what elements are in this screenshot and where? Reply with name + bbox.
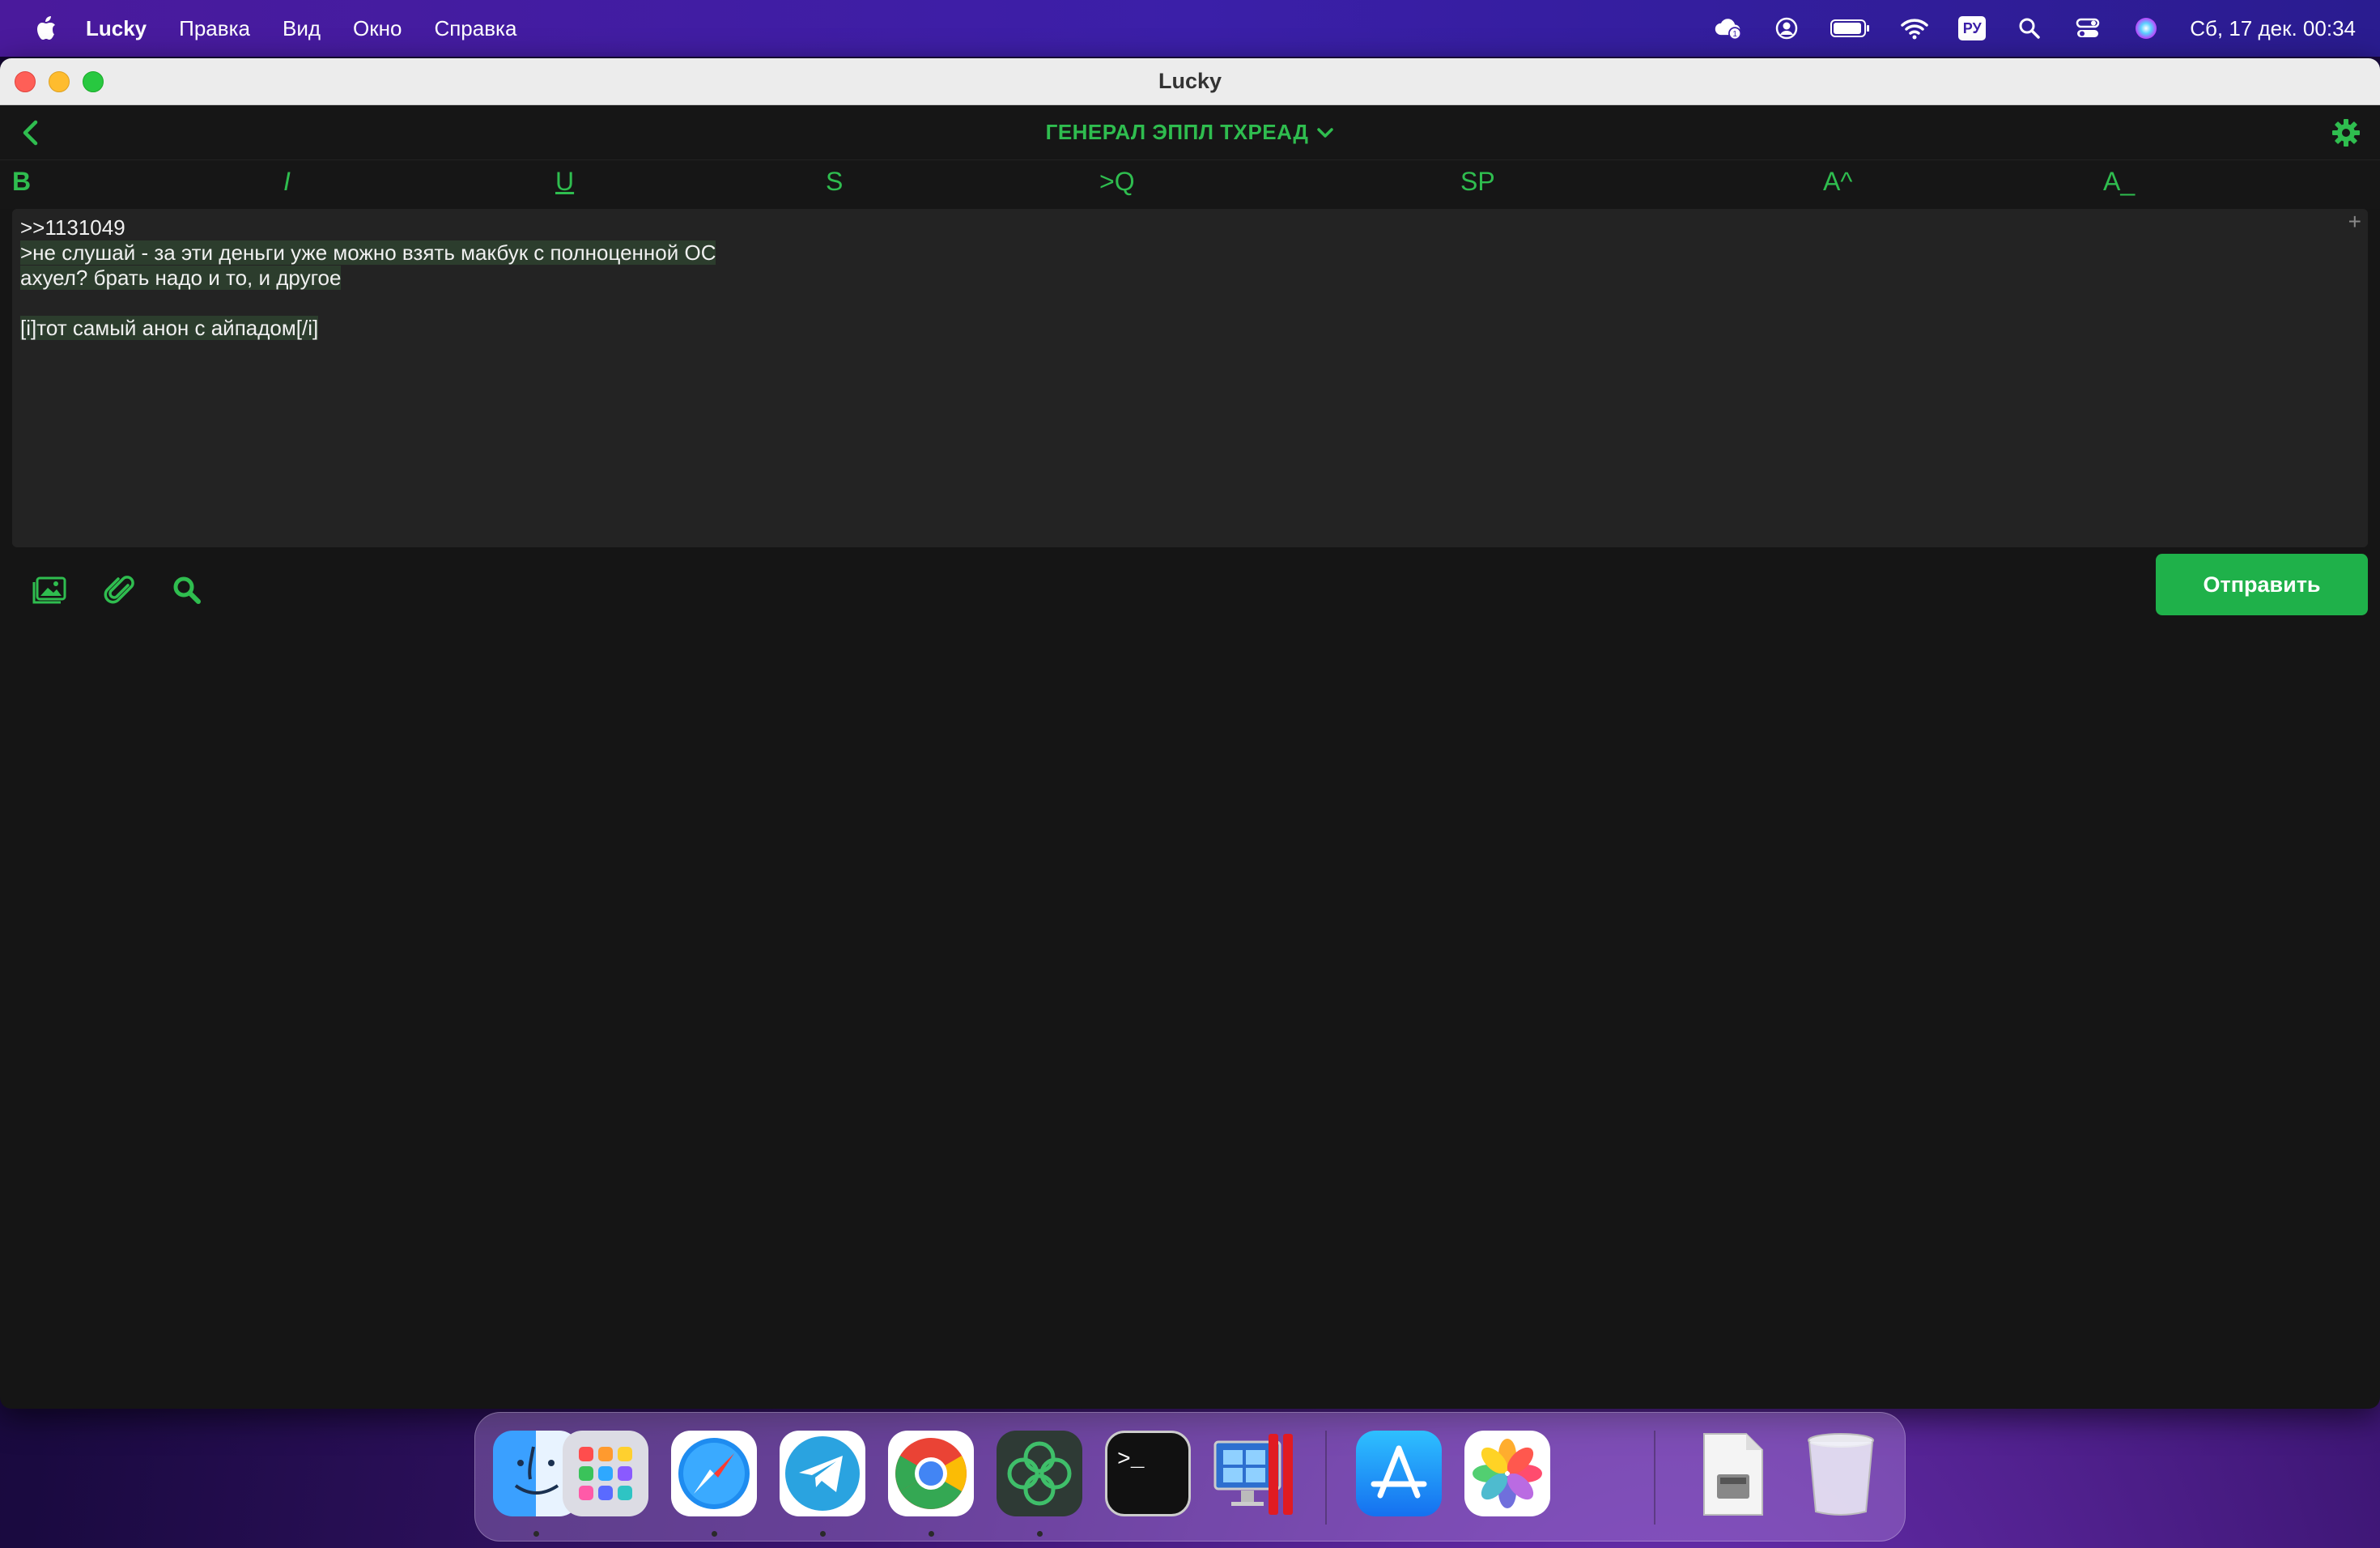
menu-bar: Lucky Правка Вид Окно Справка 1 РУ Сб, 1… [0,0,2380,57]
thread-title: ГЕНЕРАЛ ЭППЛ ТХРЕАД [1045,120,1309,144]
thread-title-dropdown[interactable]: ГЕНЕРАЛ ЭППЛ ТХРЕАД [1046,120,1335,145]
creative-cloud-icon[interactable]: 1 [1714,14,1743,43]
spoiler-button[interactable]: SP [1460,167,1495,197]
editor-line: >не слушай - за эти деньги уже можно взя… [20,240,716,265]
italic-button[interactable]: I [283,167,291,197]
editor-content[interactable]: >>1131049 >не слушай - за эти деньги уже… [20,215,716,341]
trash-icon[interactable] [1798,1431,1884,1516]
keyboard-layout-icon[interactable]: РУ [1958,16,1987,40]
search-icon [173,576,201,604]
svg-text:>_: >_ [1117,1448,1145,1473]
spotlight-search-icon[interactable] [2015,14,2044,43]
subscript-button[interactable]: A_ [2103,167,2135,197]
window-titlebar: Lucky [0,58,2380,105]
window-controls [15,71,104,92]
dock-separator [1325,1431,1327,1525]
editor-line: [i]тот самый анон с айпадом[/i] [20,316,319,340]
expand-editor-button[interactable]: + [2348,209,2361,235]
wifi-icon[interactable] [1900,14,1929,43]
window-title: Lucky [1158,69,1222,93]
menu-window[interactable]: Окно [353,16,402,41]
launchpad-app-icon[interactable] [563,1431,648,1516]
underline-button[interactable]: U [555,167,574,197]
settings-button[interactable] [2330,117,2362,149]
close-window-button[interactable] [15,71,36,92]
paperclip-icon [104,576,134,604]
attachment-toolbar: Отправить [0,554,2380,627]
running-indicator [533,1531,539,1537]
terminal-app-icon[interactable]: >_ [1105,1431,1191,1516]
running-indicator [820,1531,826,1537]
apple-menu-icon[interactable] [32,13,58,44]
search-button[interactable] [168,572,206,609]
image-icon [32,576,66,604]
siri-icon[interactable] [2131,14,2161,43]
running-indicator [1037,1531,1043,1537]
menu-view[interactable]: Вид [283,16,321,41]
control-center-icon[interactable] [2073,14,2102,43]
formatting-toolbar: B I U S >Q SP A^ A_ [0,160,2380,209]
app-menu[interactable]: Lucky [86,16,147,41]
app-store-app-icon[interactable] [1356,1431,1442,1516]
menu-help[interactable]: Справка [434,16,516,41]
attach-image-button[interactable] [31,572,68,609]
app-window: Lucky ГЕНЕРАЛ ЭППЛ ТХРЕАД B I U S >Q SP … [0,58,2380,1409]
svg-text:1: 1 [1733,30,1738,39]
message-editor[interactable]: >>1131049 >не слушай - за эти деньги уже… [12,209,2368,547]
running-indicator [929,1531,934,1537]
strikethrough-button[interactable]: S [826,167,843,197]
telegram-app-icon[interactable] [780,1431,865,1516]
photos-app-icon[interactable] [1464,1431,1550,1516]
chevron-down-icon [1317,127,1334,138]
attach-file-button[interactable] [100,572,138,609]
lucky-app-icon[interactable] [997,1431,1082,1516]
chevron-left-icon [23,120,38,146]
zoom-window-button[interactable] [83,71,104,92]
battery-icon[interactable] [1830,14,1871,43]
running-indicator [712,1531,717,1537]
quote-button[interactable]: >Q [1099,167,1135,197]
back-button[interactable] [15,117,47,149]
superscript-button[interactable]: A^ [1823,167,1852,197]
disk-image-icon[interactable] [1689,1431,1775,1516]
dock-separator [1654,1431,1655,1525]
dock: >_ [474,1412,1906,1542]
minimize-window-button[interactable] [49,71,70,92]
gear-icon [2332,119,2360,147]
safari-app-icon[interactable] [671,1431,757,1516]
editor-line: ахуел? брать надо и то, и другое [20,266,342,290]
menu-edit[interactable]: Правка [179,16,250,41]
editor-line: >>1131049 [20,215,125,240]
menubar-clock[interactable]: Сб, 17 дек. 00:34 [2190,16,2356,41]
parallels-app-icon[interactable] [1212,1431,1298,1516]
thread-navbar: ГЕНЕРАЛ ЭППЛ ТХРЕАД [0,105,2380,160]
chrome-app-icon[interactable] [888,1431,974,1516]
send-button[interactable]: Отправить [2156,554,2368,615]
user-icon[interactable] [1772,14,1801,43]
bold-button[interactable]: B [12,167,31,197]
